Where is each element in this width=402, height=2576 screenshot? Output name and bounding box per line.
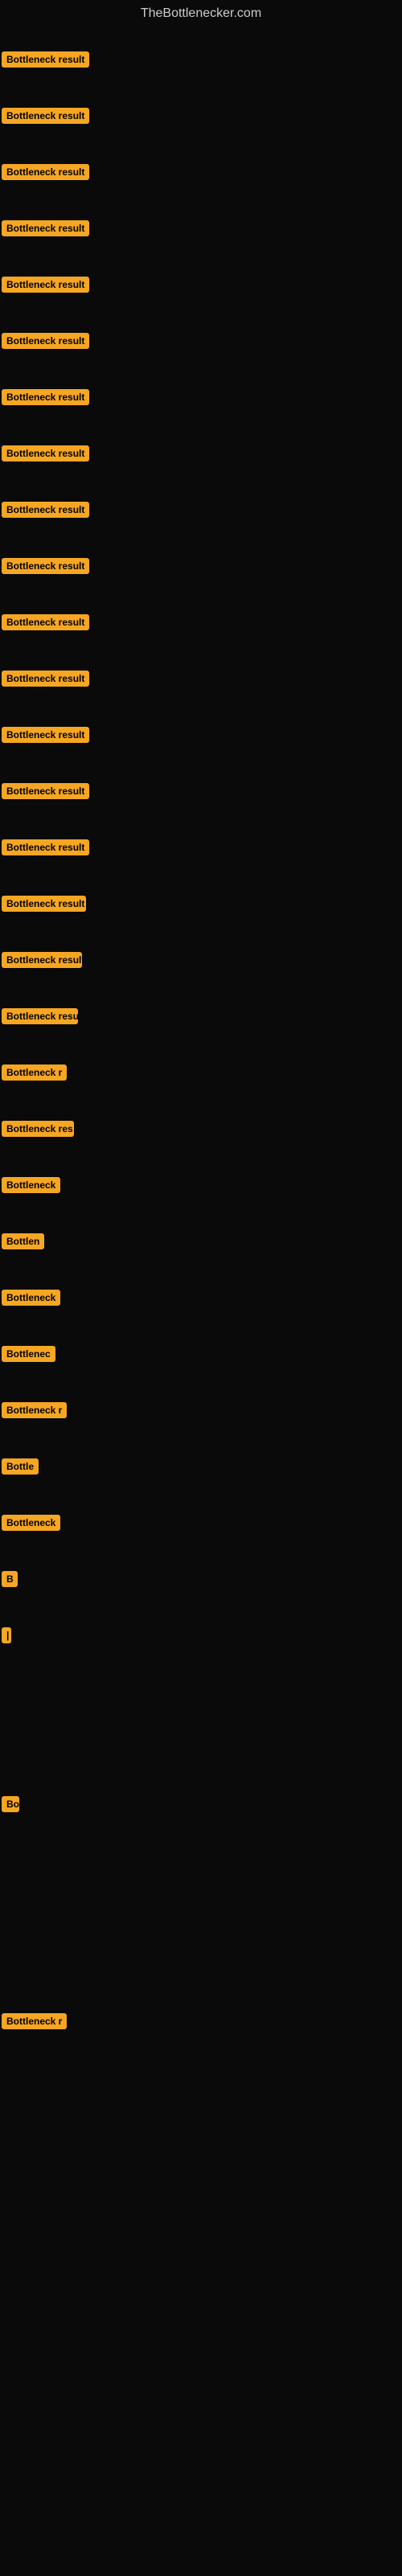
- bottleneck-badge: Bottleneck result: [2, 51, 89, 68]
- bottleneck-badge: B: [2, 1571, 18, 1587]
- bottleneck-item: Bottleneck r: [2, 1064, 67, 1085]
- bottleneck-badge: Bottleneck result: [2, 333, 89, 349]
- bottleneck-item: B: [2, 1571, 18, 1591]
- bottleneck-badge: Bo: [2, 1796, 19, 1812]
- bottleneck-item: Bottleneck result: [2, 108, 89, 128]
- bottleneck-item: Bottlenec: [2, 1346, 55, 1366]
- bottleneck-item: Bottleneck result: [2, 1008, 78, 1028]
- bottleneck-badge: Bottleneck result: [2, 108, 89, 124]
- bottleneck-badge: Bottleneck result: [2, 445, 89, 461]
- bottleneck-item: Bottleneck result: [2, 727, 89, 747]
- bottleneck-item: Bottle: [2, 1458, 39, 1479]
- bottleneck-badge: Bottleneck r: [2, 2013, 67, 2029]
- bottleneck-badge: Bottleneck result: [2, 839, 89, 855]
- bottleneck-badge: Bottleneck result: [2, 896, 86, 912]
- bottleneck-item: Bottleneck: [2, 1177, 60, 1197]
- bottleneck-badge: Bottleneck result: [2, 614, 89, 630]
- bottleneck-badge: Bottleneck result: [2, 164, 89, 180]
- bottleneck-badge: Bottleneck res: [2, 1121, 74, 1137]
- bottleneck-item: Bottleneck result: [2, 614, 89, 634]
- bottleneck-item: Bottleneck: [2, 1290, 60, 1310]
- bottleneck-item: Bottleneck result: [2, 558, 89, 578]
- bottleneck-item: Bottleneck result: [2, 51, 89, 72]
- bottleneck-badge: Bottle: [2, 1458, 39, 1475]
- bottleneck-badge: Bottleneck result: [2, 1008, 78, 1024]
- bottleneck-badge: |: [2, 1627, 11, 1643]
- bottleneck-badge: Bottleneck result: [2, 952, 82, 968]
- bottleneck-badge: Bottlenec: [2, 1346, 55, 1362]
- bottleneck-item: Bottleneck result: [2, 389, 89, 409]
- bottleneck-item: Bottleneck result: [2, 502, 89, 522]
- bottleneck-item: Bottleneck result: [2, 220, 89, 240]
- bottleneck-item: Bottleneck result: [2, 839, 89, 859]
- bottleneck-badge: Bottleneck result: [2, 783, 89, 799]
- bottleneck-item: Bottleneck: [2, 1515, 60, 1535]
- bottleneck-badge: Bottleneck result: [2, 558, 89, 574]
- bottleneck-item: Bottleneck res: [2, 1121, 74, 1141]
- bottleneck-badge: Bottleneck: [2, 1290, 60, 1306]
- bottleneck-badge: Bottleneck: [2, 1515, 60, 1531]
- bottleneck-badge: Bottleneck r: [2, 1064, 67, 1081]
- bottleneck-badge: Bottleneck: [2, 1177, 60, 1193]
- bottleneck-item: Bottleneck result: [2, 333, 89, 353]
- bottleneck-badge: Bottleneck result: [2, 389, 89, 405]
- bottleneck-badge: Bottleneck result: [2, 220, 89, 236]
- bottleneck-item: |: [2, 1627, 11, 1647]
- bottleneck-item: Bottleneck result: [2, 277, 89, 297]
- bottleneck-item: Bottleneck r: [2, 1402, 67, 1422]
- bottleneck-item: Bottleneck r: [2, 2013, 67, 2033]
- bottleneck-item: Bottleneck result: [2, 164, 89, 184]
- bottleneck-badge: Bottleneck result: [2, 502, 89, 518]
- bottleneck-item: Bottleneck result: [2, 445, 89, 466]
- site-title: TheBottlenecker.com: [0, 0, 402, 27]
- bottleneck-badge: Bottleneck result: [2, 277, 89, 293]
- bottleneck-item: Bottleneck result: [2, 952, 82, 972]
- bottleneck-item: Bottleneck result: [2, 783, 89, 803]
- bottleneck-item: Bo: [2, 1796, 19, 1816]
- bottleneck-badge: Bottleneck r: [2, 1402, 67, 1418]
- bottleneck-item: Bottleneck result: [2, 896, 86, 916]
- bottleneck-badge: Bottleneck result: [2, 727, 89, 743]
- site-title-text: TheBottlenecker.com: [141, 6, 261, 20]
- bottleneck-badge: Bottleneck result: [2, 671, 89, 687]
- bottleneck-item: Bottlen: [2, 1233, 44, 1253]
- bottleneck-item: Bottleneck result: [2, 671, 89, 691]
- bottleneck-badge: Bottlen: [2, 1233, 44, 1249]
